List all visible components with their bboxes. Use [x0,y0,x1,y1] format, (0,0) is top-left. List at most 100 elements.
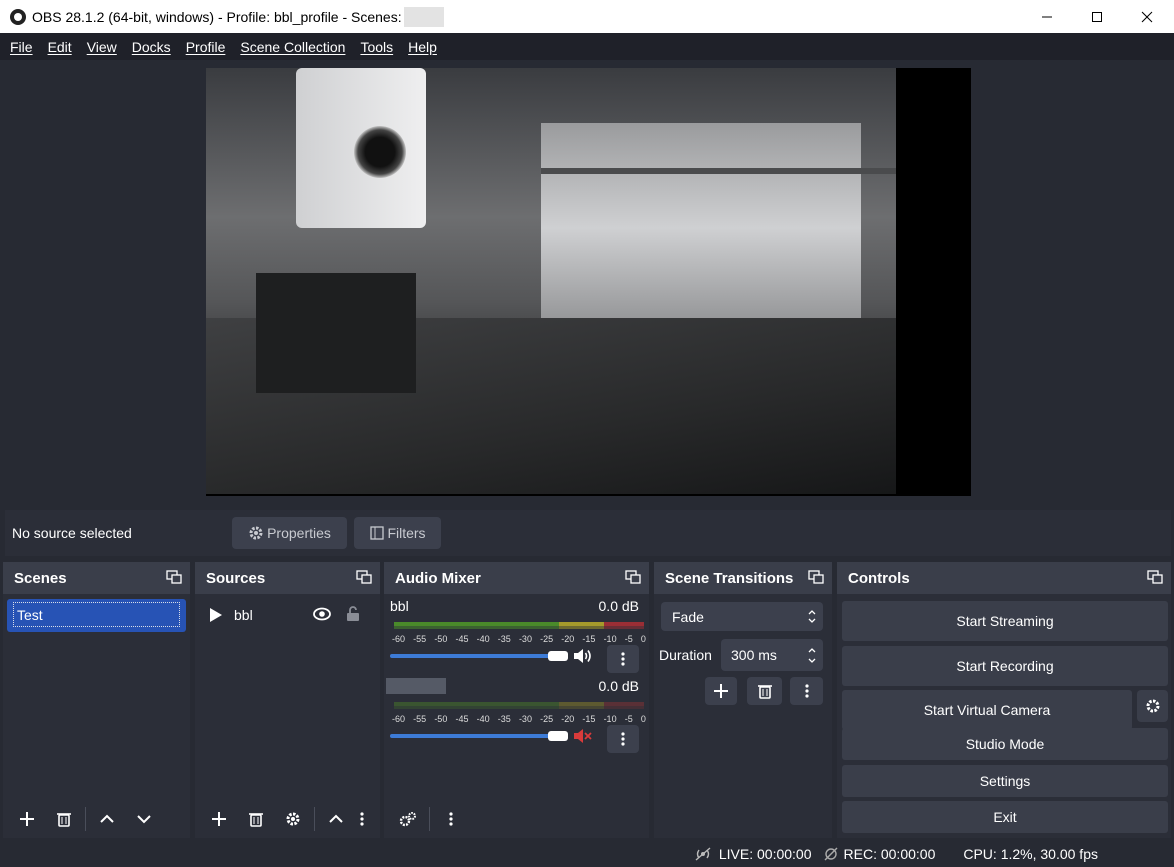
menu-file[interactable]: File [10,39,33,55]
source-toolbar: No source selected Properties Filters [5,510,1171,556]
scenes-dock: Scenes Test [3,562,190,838]
start-virtual-camera-button[interactable]: Start Virtual Camera [842,690,1132,730]
start-recording-button[interactable]: Start Recording [842,646,1168,686]
studio-mode-button[interactable]: Studio Mode [842,728,1168,760]
volume-slider-handle[interactable] [548,651,568,661]
meter-tick-label: -60 [392,714,406,724]
undock-icon[interactable] [1147,570,1163,584]
meter-tick-label: -15 [582,714,596,724]
mixer-menu-button[interactable] [435,805,467,833]
transition-menu-button[interactable] [790,677,823,705]
kebab-menu-icon [804,684,809,698]
undock-icon[interactable] [356,570,372,584]
menu-help[interactable]: Help [408,39,437,55]
track-level: 0.0 dB [598,678,639,694]
meter-tick-label: -15 [582,634,596,644]
scene-transitions-header: Scene Transitions [654,562,832,594]
scene-list-item[interactable]: Test [7,599,186,632]
undock-icon[interactable] [625,570,641,584]
redacted-scene-name [403,6,444,27]
speaker-icon[interactable] [573,648,593,664]
trash-icon [757,685,772,699]
sources-toolbar [195,800,380,838]
undock-icon[interactable] [166,570,182,584]
properties-button[interactable]: Properties [232,517,347,549]
preview-area[interactable] [5,60,1171,508]
meter-tick-label: -10 [603,634,617,644]
rec-timer: REC: 00:00:00 [843,845,936,862]
move-source-up-button[interactable] [320,805,352,833]
menu-view[interactable]: View [87,39,117,55]
kebab-menu-icon [621,652,625,666]
meter-tick-label: -25 [540,634,554,644]
meter-tick-label: -45 [455,634,469,644]
add-scene-button[interactable] [11,805,43,833]
menu-scene-collection[interactable]: Scene Collection [240,39,345,55]
filters-button[interactable]: Filters [354,517,441,549]
gear-icon [286,812,300,826]
transition-select[interactable]: Fade [661,602,823,631]
kebab-menu-icon [449,812,453,826]
sources-more-button[interactable] [357,811,367,827]
eye-icon[interactable] [313,607,331,621]
menu-edit[interactable]: Edit [48,39,72,55]
add-transition-button[interactable] [705,677,737,705]
scenes-toolbar [3,800,190,838]
controls-title: Controls [848,569,910,587]
chevron-down-icon [137,815,151,824]
scenes-title: Scenes [14,569,67,587]
remove-transition-button[interactable] [747,677,782,705]
settings-label: Settings [979,773,1031,789]
advanced-audio-button[interactable] [392,805,424,833]
remove-source-button[interactable] [240,805,272,833]
start-streaming-button[interactable]: Start Streaming [842,601,1168,641]
studio-mode-label: Studio Mode [965,736,1045,752]
maximize-icon [1092,11,1102,22]
volume-slider-handle[interactable] [548,731,568,741]
plus-icon [714,684,728,698]
track-menu-button[interactable] [607,645,639,673]
recording-status-icon [824,847,838,860]
unlock-icon[interactable] [346,606,360,622]
scenes-dock-header: Scenes [3,562,190,594]
track-menu-button[interactable] [607,725,639,753]
title-bar: OBS 28.1.2 (64-bit, windows) - Profile: … [0,0,1174,33]
move-scene-down-button[interactable] [128,805,160,833]
source-list-item[interactable]: bbl [195,600,380,630]
menu-docks[interactable]: Docks [132,39,171,55]
live-timer: LIVE: 00:00:00 [718,845,812,862]
trash-icon [57,813,71,827]
preview-canvas[interactable] [206,68,971,496]
no-source-label: No source selected [12,525,132,541]
settings-button[interactable]: Settings [842,765,1168,797]
menu-profile[interactable]: Profile [186,39,226,55]
volume-slider[interactable] [390,654,558,658]
virtual-camera-settings-button[interactable] [1137,690,1168,722]
filters-icon [370,526,385,540]
add-source-button[interactable] [203,805,235,833]
move-scene-up-button[interactable] [91,805,123,833]
audio-mixer-title: Audio Mixer [395,569,481,587]
maximize-button[interactable] [1072,0,1122,33]
duration-spinbox[interactable]: 300 ms [721,639,823,671]
menu-tools[interactable]: Tools [360,39,393,55]
audio-mixer-toolbar [384,800,649,838]
meter-tick-label: -10 [603,714,617,724]
toolbar-separator [85,807,86,831]
remove-scene-button[interactable] [48,805,80,833]
minimize-button[interactable] [1022,0,1072,33]
mixer-track: 0.0 dB -60 -55 -50 -45 -40 -35 -30 -25 -20 -15 -10… [384,674,649,754]
meter-tick-label: -40 [476,714,490,724]
stream-status-icon [695,846,711,861]
close-button[interactable] [1122,0,1172,33]
source-properties-button[interactable] [277,805,309,833]
exit-button[interactable]: Exit [842,801,1168,833]
muted-speaker-icon[interactable] [573,728,593,744]
kebab-menu-icon [360,812,364,826]
meter-tick-label: -20 [561,634,575,644]
undock-icon[interactable] [808,570,824,584]
start-streaming-label: Start Streaming [956,613,1054,629]
volume-slider[interactable] [390,734,558,738]
properties-label: Properties [267,525,331,541]
meter-tick-label: -5 [624,714,633,724]
